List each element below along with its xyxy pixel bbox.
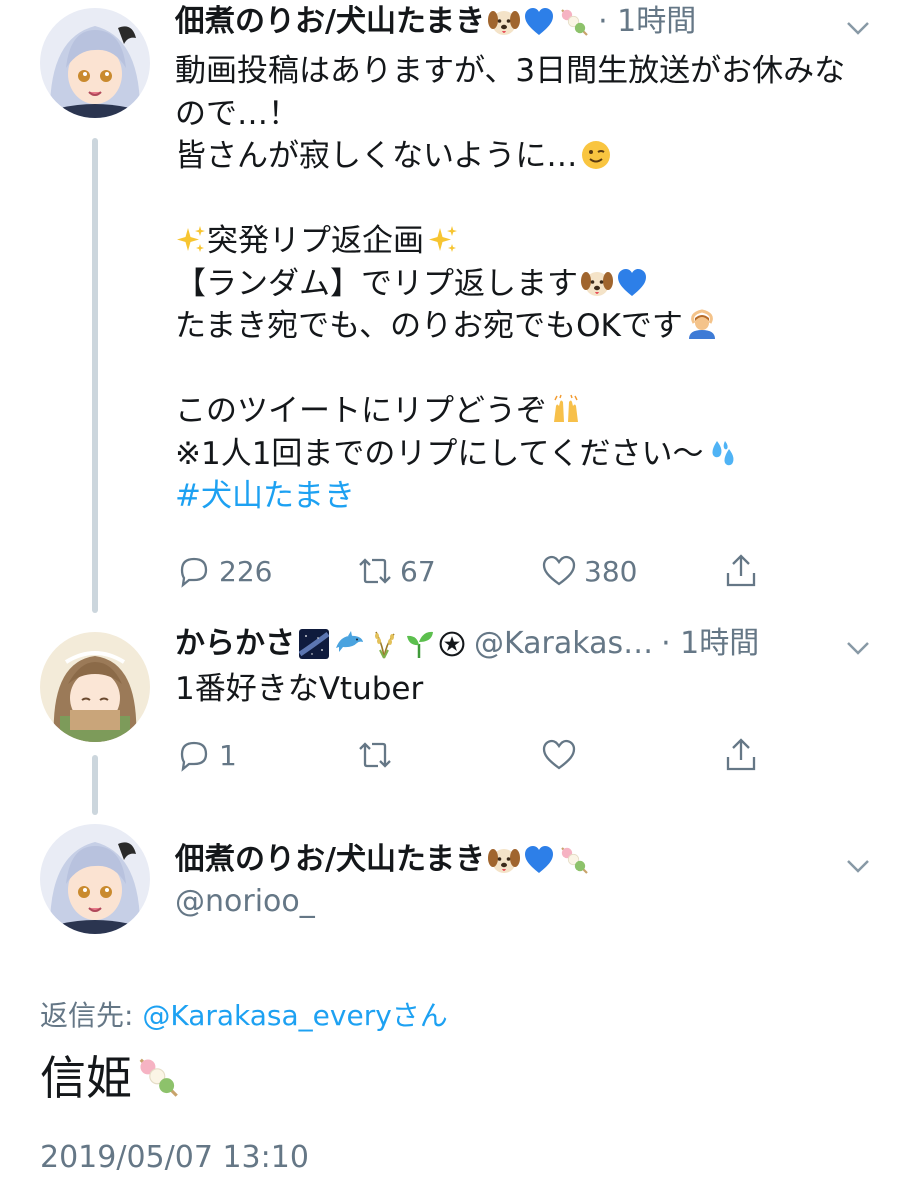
tweet-line-text: 【ランダム】でリプ返します <box>175 265 578 302</box>
reply-suffix: さん <box>391 999 448 1032</box>
retweet-icon <box>359 558 391 584</box>
dango-emoji <box>558 844 590 876</box>
wink-emoji <box>580 139 612 171</box>
rice-emoji <box>368 628 400 660</box>
chevron-down-icon[interactable] <box>838 8 878 48</box>
thread-connector <box>92 138 98 613</box>
hashtag-link[interactable]: #犬山たまき <box>175 475 845 518</box>
tweet-line: 皆さんが寂しくないように… <box>175 135 845 178</box>
blue-heart-emoji <box>523 6 555 38</box>
seedling-emoji <box>403 628 435 660</box>
share-button[interactable] <box>722 736 766 774</box>
tweet-body: 1番好きなVtuber <box>175 668 423 711</box>
tweet-line-text: ※1人1回までのリプにしてください〜 <box>175 435 704 472</box>
tweet-line: たまき宛でも、のりお宛でもOKです <box>175 305 845 348</box>
share-icon <box>726 554 756 587</box>
chevron-down-icon[interactable] <box>838 628 878 668</box>
author-name[interactable]: からかさ <box>175 624 295 664</box>
blue-heart-emoji <box>616 267 648 299</box>
share-button[interactable] <box>722 552 766 590</box>
like-icon <box>542 555 576 586</box>
tweet-line: ので…！ <box>175 95 299 132</box>
sparkles-emoji <box>427 224 459 256</box>
like-count: 380 <box>584 554 638 588</box>
tweet-time[interactable]: · 1時間 <box>661 624 759 664</box>
author-name[interactable]: 佃煮のりお/犬山たまき <box>175 2 485 42</box>
sweat-droplets-emoji <box>707 437 739 469</box>
like-button[interactable] <box>540 736 584 774</box>
tweet-line: このツイートにリプどうぞ <box>175 390 845 433</box>
tweet-line-text: 皆さんが寂しくないように… <box>175 138 578 174</box>
badge-icon <box>438 630 466 658</box>
retweet-button[interactable] <box>356 736 400 774</box>
reply-count: 1 <box>219 738 237 772</box>
blue-heart-emoji <box>523 844 555 876</box>
author-avatar[interactable] <box>40 632 150 742</box>
author-avatar[interactable] <box>40 824 150 934</box>
reply-icon <box>180 741 208 772</box>
tweet-time[interactable]: · 1時間 <box>598 2 696 42</box>
tweet-line: ※1人1回までのリプにしてください〜 <box>175 433 845 476</box>
tweet-header: 佃煮のりお/犬山たまき <box>175 840 590 880</box>
tweet-line-text: たまき宛でも、のりお宛でもOKです <box>175 308 683 344</box>
chevron-down-icon[interactable] <box>838 846 878 886</box>
dog-emoji <box>488 6 520 38</box>
author-handle[interactable]: @norioo_ <box>175 884 315 919</box>
thread-connector <box>92 755 98 815</box>
ok-person-emoji <box>686 309 718 341</box>
dango-emoji <box>558 6 590 38</box>
dango-emoji <box>135 1054 181 1100</box>
author-avatar[interactable] <box>40 8 150 118</box>
raising-hands-emoji <box>550 394 582 426</box>
tweet-timestamp[interactable]: 2019/05/07 13:10 <box>40 1140 309 1175</box>
like-button[interactable]: 380 <box>540 552 637 590</box>
author-name[interactable]: 佃煮のりお/犬山たまき <box>175 840 485 880</box>
tweet-body: 信姫 <box>40 1050 181 1106</box>
reply-button[interactable]: 226 <box>175 552 272 590</box>
author-handle[interactable]: @Karakas… <box>474 624 653 664</box>
share-icon <box>726 738 756 771</box>
reply-icon <box>180 557 208 588</box>
reply-button[interactable]: 1 <box>175 736 237 774</box>
tweet-body: 動画投稿はありますが、3日間生放送がお休みな ので…！ 皆さんが寂しくないように… <box>175 50 845 518</box>
tweet-line: 1番好きなVtuber <box>175 671 424 707</box>
tweet-line: 突発リプ返企画 <box>175 220 845 263</box>
reply-context: 返信先: @Karakasa_everyさん <box>40 994 448 1034</box>
retweet-count: 67 <box>400 554 436 588</box>
dolphin-emoji <box>333 628 365 660</box>
milky-way-emoji <box>298 628 330 660</box>
retweet-button[interactable]: 67 <box>356 552 436 590</box>
reply-count: 226 <box>219 554 273 588</box>
tweet-line: 【ランダム】でリプ返します <box>175 263 845 306</box>
reply-prefix: 返信先: <box>40 999 143 1032</box>
sparkles-emoji <box>175 224 207 256</box>
tweet-line-text: 信姫 <box>40 1051 132 1105</box>
dog-emoji <box>581 267 613 299</box>
like-icon <box>542 739 576 770</box>
dog-emoji <box>488 844 520 876</box>
tweet-header: からかさ @Karakas… · 1時間 <box>175 624 759 664</box>
tweet-header: 佃煮のりお/犬山たまき · 1時間 <box>175 2 696 42</box>
tweet-line-text: このツイートにリプどうぞ <box>175 393 547 429</box>
reply-mention-link[interactable]: @Karakasa_every <box>142 999 391 1032</box>
tweet-line-text: 突発リプ返企画 <box>207 223 424 259</box>
tweet-line: 動画投稿はありますが、3日間生放送がお休みな <box>175 53 846 89</box>
retweet-icon <box>359 742 391 768</box>
